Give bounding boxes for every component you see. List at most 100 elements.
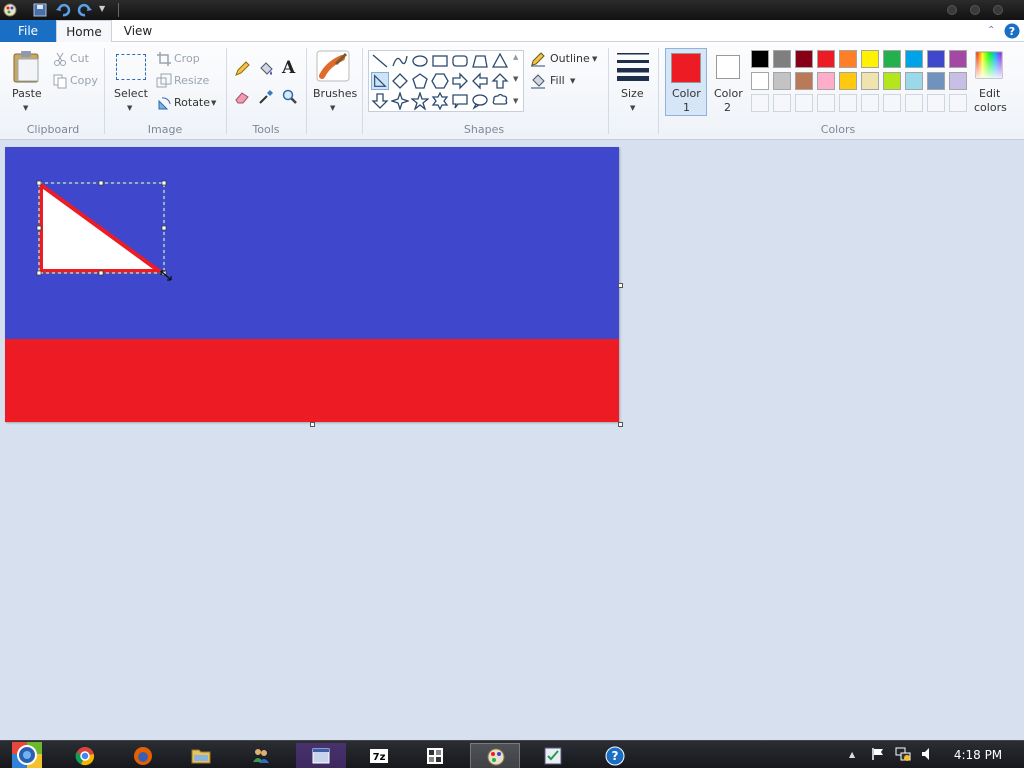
oval-shape-icon[interactable] [411, 52, 429, 70]
save-icon[interactable] [32, 2, 48, 18]
select-dropdown-icon[interactable]: ▼ [127, 104, 132, 112]
selection-handle[interactable] [36, 180, 42, 186]
left-arrow-shape-icon[interactable] [471, 72, 489, 90]
taskbar-help[interactable]: ? [590, 743, 640, 768]
select-label[interactable]: Select [114, 87, 148, 100]
selection-handle[interactable] [98, 270, 104, 276]
palette-swatch[interactable] [751, 50, 769, 68]
redo-icon[interactable] [77, 2, 93, 18]
curve-shape-icon[interactable] [391, 52, 409, 70]
palette-swatch[interactable] [817, 50, 835, 68]
hexagon-shape-icon[interactable] [431, 72, 449, 90]
right-triangle-shape-icon[interactable] [371, 72, 389, 90]
custom-color-slot[interactable] [817, 94, 835, 112]
edit-colors-icon[interactable] [975, 51, 1003, 79]
palette-swatch[interactable] [861, 72, 879, 90]
custom-color-slot[interactable] [905, 94, 923, 112]
shapes-scroll-down-icon[interactable]: ▼ [513, 75, 518, 83]
quick-access-dropdown-icon[interactable]: ▼ [99, 4, 105, 13]
tab-view[interactable]: View [114, 20, 162, 42]
fill-dropdown-icon[interactable]: ▼ [570, 77, 575, 85]
select-icon[interactable] [116, 54, 146, 80]
custom-color-slot[interactable] [751, 94, 769, 112]
canvas-resize-handle-corner[interactable] [618, 422, 623, 427]
paste-icon[interactable] [11, 50, 43, 84]
polygon-shape-icon[interactable] [471, 52, 489, 70]
custom-color-slot[interactable] [773, 94, 791, 112]
palette-swatch[interactable] [839, 72, 857, 90]
palette-swatch[interactable] [883, 72, 901, 90]
canvas-resize-handle-bottom[interactable] [310, 422, 315, 427]
paste-dropdown-icon[interactable]: ▼ [23, 104, 28, 112]
custom-color-slot[interactable] [795, 94, 813, 112]
taskbar-firefox[interactable] [118, 743, 168, 768]
triangle-shape-selection[interactable] [36, 180, 173, 281]
down-arrow-shape-icon[interactable] [371, 92, 389, 110]
undo-icon[interactable] [55, 2, 71, 18]
selection-handle[interactable] [98, 180, 104, 186]
paste-label[interactable]: Paste [12, 87, 42, 100]
color-2-label[interactable]: Color [714, 87, 743, 100]
shapes-scroll-up-icon[interactable]: ▲ [513, 53, 518, 61]
resize-label[interactable]: Resize [174, 74, 209, 87]
outline-icon[interactable] [530, 51, 546, 67]
palette-swatch[interactable] [883, 50, 901, 68]
taskbar-clock[interactable]: 4:18 PM [948, 748, 1008, 762]
fill-bucket-icon[interactable] [258, 61, 274, 77]
minimize-icon[interactable] [947, 5, 957, 15]
taskbar-paint[interactable] [470, 743, 520, 768]
volume-icon[interactable] [921, 747, 935, 761]
palette-swatch[interactable] [949, 72, 967, 90]
fill-label[interactable]: Fill [550, 74, 565, 87]
brushes-label[interactable]: Brushes [313, 87, 357, 100]
triangle-shape-icon[interactable] [491, 52, 509, 70]
custom-color-slot[interactable] [861, 94, 879, 112]
eraser-icon[interactable] [234, 89, 250, 105]
size-icon[interactable] [616, 51, 650, 81]
custom-color-slot[interactable] [839, 94, 857, 112]
palette-swatch[interactable] [773, 72, 791, 90]
rotate-label[interactable]: Rotate [174, 96, 210, 109]
crop-label[interactable]: Crop [174, 52, 200, 65]
minimize-ribbon-icon[interactable]: ⌃ [987, 25, 995, 36]
brushes-dropdown-icon[interactable]: ▼ [330, 104, 335, 112]
cut-label[interactable]: Cut [70, 52, 89, 65]
magnifier-icon[interactable] [282, 89, 298, 105]
color-2-swatch[interactable] [716, 55, 740, 79]
canvas-resize-handle-right[interactable] [618, 283, 623, 288]
color-picker-icon[interactable] [258, 89, 274, 105]
palette-swatch[interactable] [751, 72, 769, 90]
fill-icon[interactable] [530, 73, 546, 89]
rounded-rectangle-shape-icon[interactable] [451, 52, 469, 70]
paint-app-icon[interactable] [2, 2, 18, 18]
right-triangle-shape[interactable] [39, 183, 161, 273]
custom-color-slot[interactable] [927, 94, 945, 112]
taskbar-network-users[interactable] [236, 743, 286, 768]
palette-swatch[interactable] [795, 50, 813, 68]
shapes-more-icon[interactable]: ▼ [513, 97, 518, 105]
palette-swatch[interactable] [861, 50, 879, 68]
rotate-dropdown-icon[interactable]: ▼ [211, 99, 216, 107]
selection-handle[interactable] [36, 270, 42, 276]
action-center-flag-icon[interactable] [871, 747, 885, 761]
taskbar-task-app[interactable] [528, 743, 578, 768]
four-point-star-shape-icon[interactable] [391, 92, 409, 110]
text-tool-icon[interactable]: A [282, 58, 295, 78]
palette-swatch[interactable] [817, 72, 835, 90]
custom-color-slot[interactable] [883, 94, 901, 112]
taskbar-file-explorer[interactable] [176, 743, 226, 768]
help-icon[interactable]: ? [1004, 23, 1020, 39]
right-arrow-shape-icon[interactable] [451, 72, 469, 90]
oval-callout-shape-icon[interactable] [471, 92, 489, 110]
edit-colors-label[interactable]: Edit [979, 87, 1000, 100]
palette-swatch[interactable] [949, 50, 967, 68]
pentagon-shape-icon[interactable] [411, 72, 429, 90]
taskbar-app-grid[interactable] [410, 743, 460, 768]
palette-swatch[interactable] [773, 50, 791, 68]
palette-swatch[interactable] [927, 72, 945, 90]
start-button-icon[interactable] [10, 738, 44, 768]
maximize-icon[interactable] [970, 5, 980, 15]
line-shape-icon[interactable] [371, 52, 389, 70]
palette-swatch[interactable] [905, 72, 923, 90]
size-label[interactable]: Size [621, 87, 644, 100]
